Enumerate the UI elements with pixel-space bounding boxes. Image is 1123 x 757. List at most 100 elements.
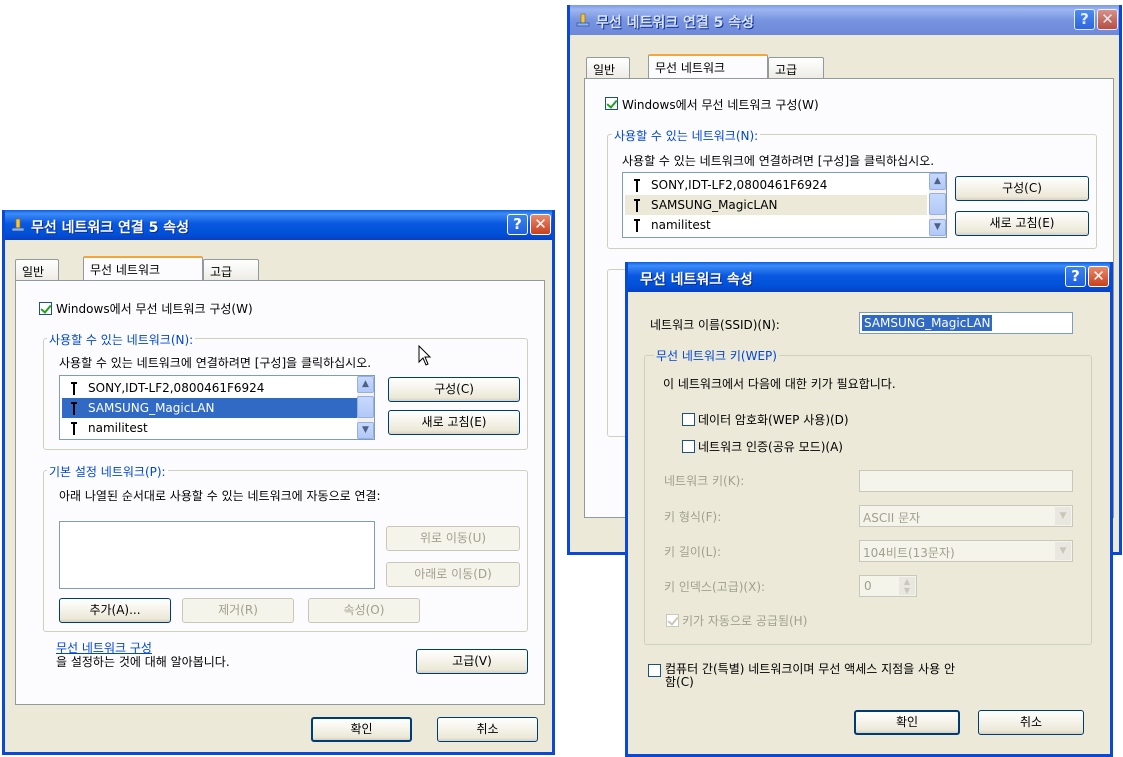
preferred-network-list[interactable]: [59, 521, 375, 589]
close-button[interactable]: ✕: [1097, 9, 1118, 30]
advanced-button[interactable]: 고급(V): [416, 649, 528, 674]
list-scrollbar[interactable]: ▲ ▼: [357, 376, 374, 439]
list-item[interactable]: namilitest: [62, 418, 154, 438]
antenna-icon: [71, 422, 77, 435]
tab-panel: Windows에서 무선 네트워크 구성(W) 사용할 수 있는 네트워크(N)…: [15, 280, 545, 705]
use-windows-label: Windows에서 무선 네트워크 구성(W): [622, 98, 819, 112]
auto-key-label: 키가 자동으로 공급됨(H): [682, 614, 808, 628]
key-format-label: 키 형식(F):: [664, 510, 722, 524]
list-item[interactable]: SONY,IDT-LF2,0800461F6924: [625, 175, 833, 195]
key-index-label: 키 인덱스(고급)(X):: [664, 580, 766, 594]
ok-button[interactable]: 확인: [854, 710, 960, 735]
move-down-button[interactable]: 아래로 이동(D): [386, 562, 520, 587]
available-group-label: 사용할 수 있는 네트워크(N):: [47, 331, 196, 348]
close-button[interactable]: ✕: [530, 214, 551, 235]
cancel-button[interactable]: 취소: [437, 717, 538, 742]
ok-button[interactable]: 확인: [311, 717, 412, 742]
refresh-button[interactable]: 새로 고침(E): [388, 410, 520, 435]
wep-desc: 이 네트워크에서 다음에 대한 키가 필요합니다.: [663, 377, 896, 391]
title-bar[interactable]: 무선 네트워크 연결 5 속성 ? ✕: [570, 5, 1119, 35]
close-button[interactable]: ✕: [1088, 266, 1109, 287]
help-button[interactable]: ?: [1074, 9, 1095, 30]
list-scrollbar[interactable]: ▲ ▼: [929, 173, 946, 237]
preferred-desc: 아래 나열된 순서대로 사용할 수 있는 네트워크에 자동으로 연결:: [59, 489, 381, 503]
left-properties-window: 무선 네트워크 연결 5 속성 ? ✕ 일반 무선 네트워크 고급 Window…: [2, 210, 555, 755]
refresh-button[interactable]: 새로 고침(E): [955, 211, 1089, 236]
available-desc: 사용할 수 있는 네트워크에 연결하려면 [구성]을 클릭하십시오.: [59, 356, 372, 370]
wireless-properties-dialog: 무선 네트워크 속성 ? ✕ 네트워크 이름(SSID)(N): SAMSUNG…: [625, 262, 1113, 757]
list-item[interactable]: SONY,IDT-LF2,0800461F6924: [62, 378, 270, 398]
ssid-value: SAMSUNG_MagicLAN: [862, 315, 993, 331]
ssid-input[interactable]: SAMSUNG_MagicLAN: [859, 312, 1073, 334]
available-network-list[interactable]: SONY,IDT-LF2,0800461F6924 SAMSUNG_MagicL…: [622, 172, 947, 238]
scroll-up-icon[interactable]: ▲: [357, 376, 374, 393]
scroll-thumb[interactable]: [357, 396, 374, 418]
mouse-cursor-icon: [418, 345, 432, 366]
window-title: 무선 네트워크 연결 5 속성: [31, 220, 190, 236]
tab-advanced[interactable]: 고급: [768, 57, 824, 79]
key-format-value: ASCII 문자: [863, 511, 921, 525]
wep-group: [644, 355, 1092, 645]
auto-key-checkbox[interactable]: [666, 614, 679, 627]
key-length-label: 키 길이(L):: [664, 545, 722, 559]
learn-more-text: 을 설정하는 것에 대해 알아봅니다.: [56, 655, 230, 669]
properties-button[interactable]: 속성(O): [308, 598, 420, 623]
key-length-select[interactable]: 104비트(13문자) ▼: [859, 540, 1073, 562]
move-up-button[interactable]: 위로 이동(U): [386, 526, 520, 551]
adhoc-checkbox[interactable]: [648, 664, 661, 677]
use-windows-checkbox[interactable]: [605, 97, 618, 110]
add-button[interactable]: 추가(A)...: [59, 598, 171, 623]
antenna-icon: [634, 219, 640, 232]
scroll-down-icon[interactable]: ▼: [929, 219, 946, 236]
key-index-spinner[interactable]: 0 ▲ ▼: [859, 575, 917, 597]
list-item-selected[interactable]: SAMSUNG_MagicLAN: [625, 195, 927, 215]
network-auth-checkbox[interactable]: [682, 440, 695, 453]
antenna-icon: [634, 199, 640, 212]
tab-general[interactable]: 일반: [586, 57, 630, 79]
network-connection-icon: [11, 218, 25, 232]
adhoc-label-line2: 함(C): [665, 675, 694, 689]
ssid-label: 네트워크 이름(SSID)(N):: [650, 318, 780, 332]
help-button[interactable]: ?: [507, 214, 528, 235]
key-length-value: 104비트(13문자): [863, 546, 955, 560]
available-network-list[interactable]: SONY,IDT-LF2,0800461F6924 SAMSUNG_MagicL…: [59, 375, 375, 440]
remove-button[interactable]: 제거(R): [182, 598, 294, 623]
title-bar[interactable]: 무선 네트워크 연결 5 속성 ? ✕: [5, 210, 552, 240]
chevron-down-icon[interactable]: ▼: [1055, 542, 1071, 560]
data-encryption-label: 데이터 암호화(WEP 사용)(D): [698, 413, 849, 427]
scroll-down-icon[interactable]: ▼: [357, 422, 374, 439]
help-button[interactable]: ?: [1065, 266, 1086, 287]
tab-advanced[interactable]: 고급: [203, 259, 259, 281]
tab-wireless[interactable]: 무선 네트워크: [83, 256, 203, 281]
antenna-icon: [634, 179, 640, 192]
spinner-arrows-icon[interactable]: ▲ ▼: [899, 577, 915, 595]
configure-button[interactable]: 구성(C): [955, 176, 1089, 201]
list-item-selected[interactable]: SAMSUNG_MagicLAN: [62, 398, 358, 418]
use-windows-checkbox[interactable]: [39, 302, 52, 315]
use-windows-label: Windows에서 무선 네트워크 구성(W): [56, 302, 253, 316]
antenna-icon: [71, 382, 77, 395]
preferred-group-label: 기본 설정 네트워크(P):: [47, 463, 168, 480]
chevron-down-icon[interactable]: ▼: [1055, 507, 1071, 525]
key-input[interactable]: [859, 470, 1073, 492]
network-connection-icon: [576, 13, 590, 27]
key-format-select[interactable]: ASCII 문자 ▼: [859, 505, 1073, 527]
scroll-thumb[interactable]: [929, 193, 946, 215]
dialog-title: 무선 네트워크 속성: [640, 272, 753, 288]
key-label: 네트워크 키(K):: [664, 474, 745, 488]
cancel-button[interactable]: 취소: [978, 710, 1084, 735]
network-auth-label: 네트워크 인증(공유 모드)(A): [698, 440, 843, 454]
window-title: 무선 네트워크 연결 5 속성: [596, 15, 755, 31]
key-index-value: 0: [864, 579, 872, 593]
configure-button[interactable]: 구성(C): [388, 377, 520, 402]
tab-general[interactable]: 일반: [15, 259, 59, 281]
data-encryption-checkbox[interactable]: [682, 413, 695, 426]
list-item[interactable]: namilitest: [625, 215, 717, 235]
adhoc-label-line1: 컴퓨터 간(특별) 네트워크이며 무선 액세스 지점을 사용 안: [665, 662, 955, 676]
wep-group-label: 무선 네트워크 키(WEP): [654, 347, 779, 364]
title-bar[interactable]: 무선 네트워크 속성 ? ✕: [628, 262, 1110, 292]
scroll-up-icon[interactable]: ▲: [929, 173, 946, 190]
tab-wireless[interactable]: 무선 네트워크: [648, 54, 768, 79]
antenna-icon: [71, 402, 77, 415]
available-desc: 사용할 수 있는 네트워크에 연결하려면 [구성]을 클릭하십시오.: [622, 154, 935, 168]
